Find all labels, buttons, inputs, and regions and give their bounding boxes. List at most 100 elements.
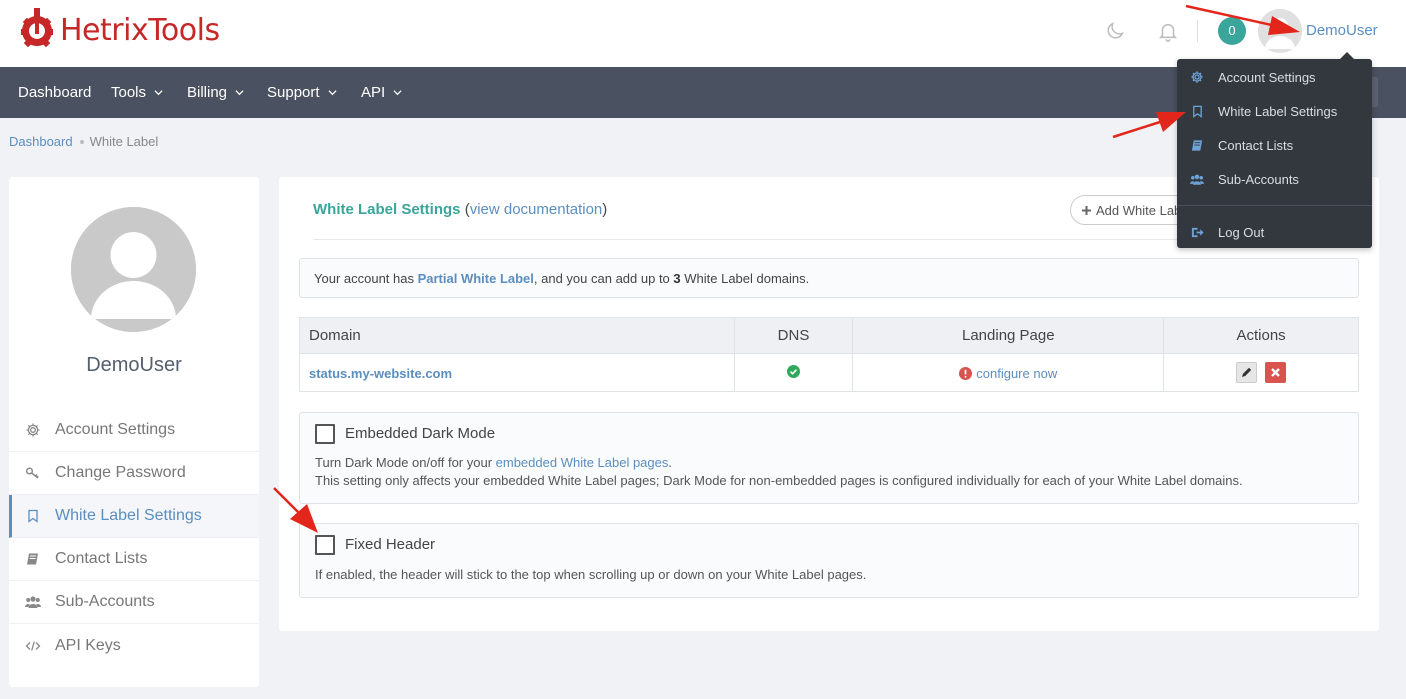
embedded-pages-link[interactable]: embedded White Label pages	[496, 455, 669, 470]
header-divider	[1197, 20, 1198, 42]
dropdown-item-label: Contact Lists	[1218, 137, 1294, 153]
bookmark-icon	[25, 508, 41, 524]
dropdown-account-settings[interactable]: Account Settings	[1177, 60, 1372, 94]
sidebar-item-white-label-settings[interactable]: White Label Settings	[9, 495, 259, 538]
embedded-dark-mode-option: Embedded Dark Mode Turn Dark Mode on/off…	[299, 412, 1359, 504]
dropdown-contact-lists[interactable]: Contact Lists	[1177, 128, 1372, 162]
card-title-text: White Label Settings	[313, 201, 461, 218]
plan-name: Partial White Label	[417, 271, 534, 286]
dropdown-caret	[1340, 52, 1354, 59]
bell-icon[interactable]	[1157, 20, 1179, 42]
chevron-down-icon	[328, 90, 337, 96]
notification-badge[interactable]: 0	[1218, 17, 1246, 45]
header-username[interactable]: DemoUser	[1306, 22, 1378, 39]
embedded-dark-mode-checkbox[interactable]	[315, 424, 335, 444]
col-domain: Domain	[299, 317, 735, 354]
sidebar-item-account-settings[interactable]: Account Settings	[9, 409, 259, 452]
dropdown-item-label: Account Settings	[1218, 69, 1316, 85]
domain-link[interactable]: status.my-website.com	[300, 366, 452, 381]
pencil-icon	[1242, 367, 1252, 377]
view-documentation-link[interactable]: view documentation	[470, 201, 603, 218]
desc-suffix: .	[668, 455, 672, 470]
gear-icon	[1190, 70, 1204, 84]
desc-line2: This setting only affects your embedded …	[315, 473, 1243, 488]
edit-domain-button[interactable]	[1236, 362, 1258, 383]
info-prefix: Your account has	[314, 271, 418, 286]
user-dropdown-menu: Account Settings White Label Settings Co…	[1177, 59, 1372, 248]
logout-icon	[1190, 225, 1204, 239]
dropdown-white-label-settings[interactable]: White Label Settings	[1177, 94, 1372, 128]
nav-label: Dashboard	[18, 84, 92, 101]
sidebar-item-contact-lists[interactable]: Contact Lists	[9, 538, 259, 581]
dropdown-item-label: Sub-Accounts	[1218, 171, 1299, 187]
check-circle-icon	[787, 364, 800, 378]
chevron-down-icon	[154, 90, 163, 96]
nav-tools[interactable]: Tools	[111, 84, 163, 101]
fixed-header-option: Fixed Header If enabled, the header will…	[299, 523, 1359, 598]
info-middle: , and you can add up to	[533, 271, 674, 286]
embedded-dark-mode-label[interactable]: Embedded Dark Mode	[345, 425, 495, 442]
plus-icon	[1082, 205, 1091, 215]
profile-avatar	[71, 207, 196, 332]
nav-search-edge	[1372, 77, 1378, 107]
breadcrumb-dashboard-link[interactable]: Dashboard	[9, 134, 73, 149]
brand-name: HetrixTools	[60, 12, 220, 48]
dropdown-item-label: White Label Settings	[1218, 103, 1338, 119]
nav-billing[interactable]: Billing	[187, 84, 244, 101]
sidebar-item-change-password[interactable]: Change Password	[9, 452, 259, 495]
desc-prefix: Turn Dark Mode on/off for your	[315, 455, 496, 470]
close-icon	[1271, 368, 1280, 377]
moon-icon[interactable]	[1104, 20, 1126, 42]
header-avatar[interactable]	[1258, 9, 1302, 53]
sidebar-item-label: Sub-Accounts	[55, 593, 155, 610]
sidebar-item-label: Account Settings	[55, 421, 176, 438]
breadcrumb-current: White Label	[89, 134, 159, 149]
chevron-down-icon	[235, 90, 244, 96]
plan-info-box: Your account has Partial White Label, an…	[299, 258, 1359, 298]
delete-domain-button[interactable]	[1265, 362, 1287, 383]
configure-now-link[interactable]: configure now	[976, 366, 1057, 381]
book-icon	[1190, 138, 1204, 152]
user-avatar-icon	[1258, 9, 1302, 53]
sidebar-item-label: White Label Settings	[55, 507, 202, 524]
nav-label: API	[361, 84, 386, 101]
book-icon	[25, 551, 41, 567]
bookmark-icon	[1190, 104, 1204, 118]
users-icon	[1190, 172, 1204, 186]
info-suffix: White Label domains.	[680, 271, 810, 286]
nav-label: Billing	[187, 84, 228, 101]
breadcrumb: Dashboard White Label	[9, 134, 158, 149]
users-icon	[25, 594, 41, 610]
domains-table: Domain DNS Landing Page Actions status.m…	[299, 317, 1359, 392]
col-landing-page: Landing Page	[852, 317, 1165, 354]
profile-username: DemoUser	[86, 354, 182, 376]
brand-logo[interactable]: HetrixTools	[20, 8, 220, 52]
table-header-row: Domain DNS Landing Page Actions	[299, 317, 1359, 354]
embedded-dark-mode-description: Turn Dark Mode on/off for your embedded …	[315, 454, 1243, 490]
sidebar-item-label: Contact Lists	[55, 550, 148, 567]
fixed-header-checkbox[interactable]	[315, 535, 335, 555]
dropdown-sub-accounts[interactable]: Sub-Accounts	[1177, 162, 1372, 196]
table-row: status.my-website.com configure now	[299, 353, 1359, 392]
doc-link-close: )	[602, 201, 608, 218]
fixed-header-description: If enabled, the header will stick to the…	[315, 567, 867, 582]
dropdown-log-out[interactable]: Log Out	[1177, 215, 1372, 249]
code-icon	[25, 638, 41, 654]
nav-label: Support	[267, 84, 320, 101]
dropdown-divider	[1177, 205, 1372, 206]
card-title: White Label Settings (view documentation…	[313, 201, 607, 218]
nav-dashboard[interactable]: Dashboard	[18, 84, 91, 101]
domain-limit: 3	[673, 271, 681, 286]
sidebar-item-sub-accounts[interactable]: Sub-Accounts	[9, 581, 259, 624]
fixed-header-label[interactable]: Fixed Header	[345, 536, 435, 553]
gear-icon	[25, 422, 41, 438]
nav-support[interactable]: Support	[267, 84, 337, 101]
sidebar-item-label: API Keys	[55, 636, 121, 654]
breadcrumb-separator	[79, 140, 84, 144]
sidebar-item-api-keys[interactable]: API Keys	[9, 624, 259, 667]
nav-api[interactable]: API	[361, 84, 402, 101]
nav-label: Tools	[111, 84, 147, 101]
warning-circle-icon	[959, 366, 973, 380]
top-header: HetrixTools 0 DemoUser	[0, 0, 1406, 67]
chevron-down-icon	[393, 90, 402, 96]
